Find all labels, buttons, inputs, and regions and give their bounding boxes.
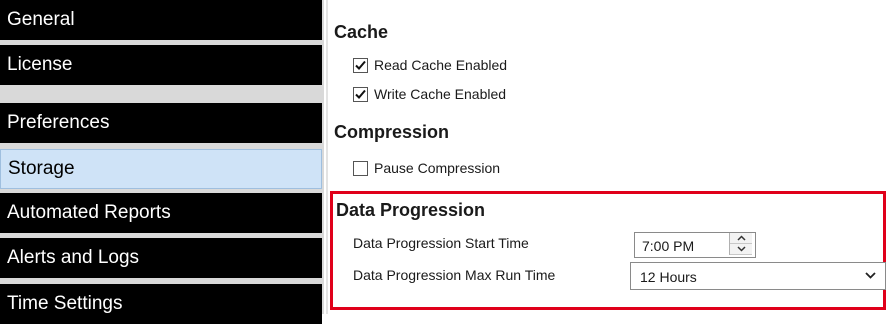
data-progression-section-title: Data Progression [336,200,486,220]
chevron-down-icon [865,272,876,279]
write-cache-option[interactable]: Write Cache Enabled [353,86,506,102]
sidebar-item-general[interactable]: General [0,0,322,40]
pause-compression-label: Pause Compression [374,160,501,176]
read-cache-label: Read Cache Enabled [374,57,508,73]
chevron-up-icon [736,235,746,241]
time-increment-button[interactable] [730,233,752,244]
max-run-time-select[interactable]: 12 Hours [630,262,886,290]
check-icon [355,60,366,70]
max-run-time-label: Data Progression Max Run Time [353,267,556,283]
sidebar-item-time-settings[interactable]: Time Settings [0,284,322,324]
max-run-time-value: 12 Hours [640,269,697,285]
chevron-down-icon [736,246,746,252]
write-cache-label: Write Cache Enabled [374,86,507,102]
sidebar-item-automated-reports[interactable]: Automated Reports [0,193,322,233]
sidebar-item-storage[interactable]: Storage [0,149,322,189]
read-cache-checkbox[interactable] [353,57,368,73]
pause-compression-checkbox[interactable] [353,160,368,176]
check-icon [355,89,366,99]
start-time-input[interactable]: 7:00 PM [634,232,756,258]
storage-settings-panel: Cache Read Cache Enabled Write Cache Ena… [330,0,888,314]
time-decrement-button[interactable] [730,244,752,255]
panel-divider [326,0,328,314]
write-cache-checkbox[interactable] [353,86,368,102]
settings-sidebar: General License Preferences Storage Auto… [0,0,324,324]
time-spinner [729,233,752,255]
start-time-value: 7:00 PM [642,238,695,254]
sidebar-item-preferences[interactable]: Preferences [0,103,322,143]
sidebar-item-license[interactable]: License [0,45,322,85]
start-time-label: Data Progression Start Time [353,235,529,251]
read-cache-option[interactable]: Read Cache Enabled [353,57,507,73]
compression-section-title: Compression [334,122,450,142]
sidebar-item-alerts-and-logs[interactable]: Alerts and Logs [0,238,322,278]
cache-section-title: Cache [334,22,389,42]
pause-compression-option[interactable]: Pause Compression [353,160,500,176]
